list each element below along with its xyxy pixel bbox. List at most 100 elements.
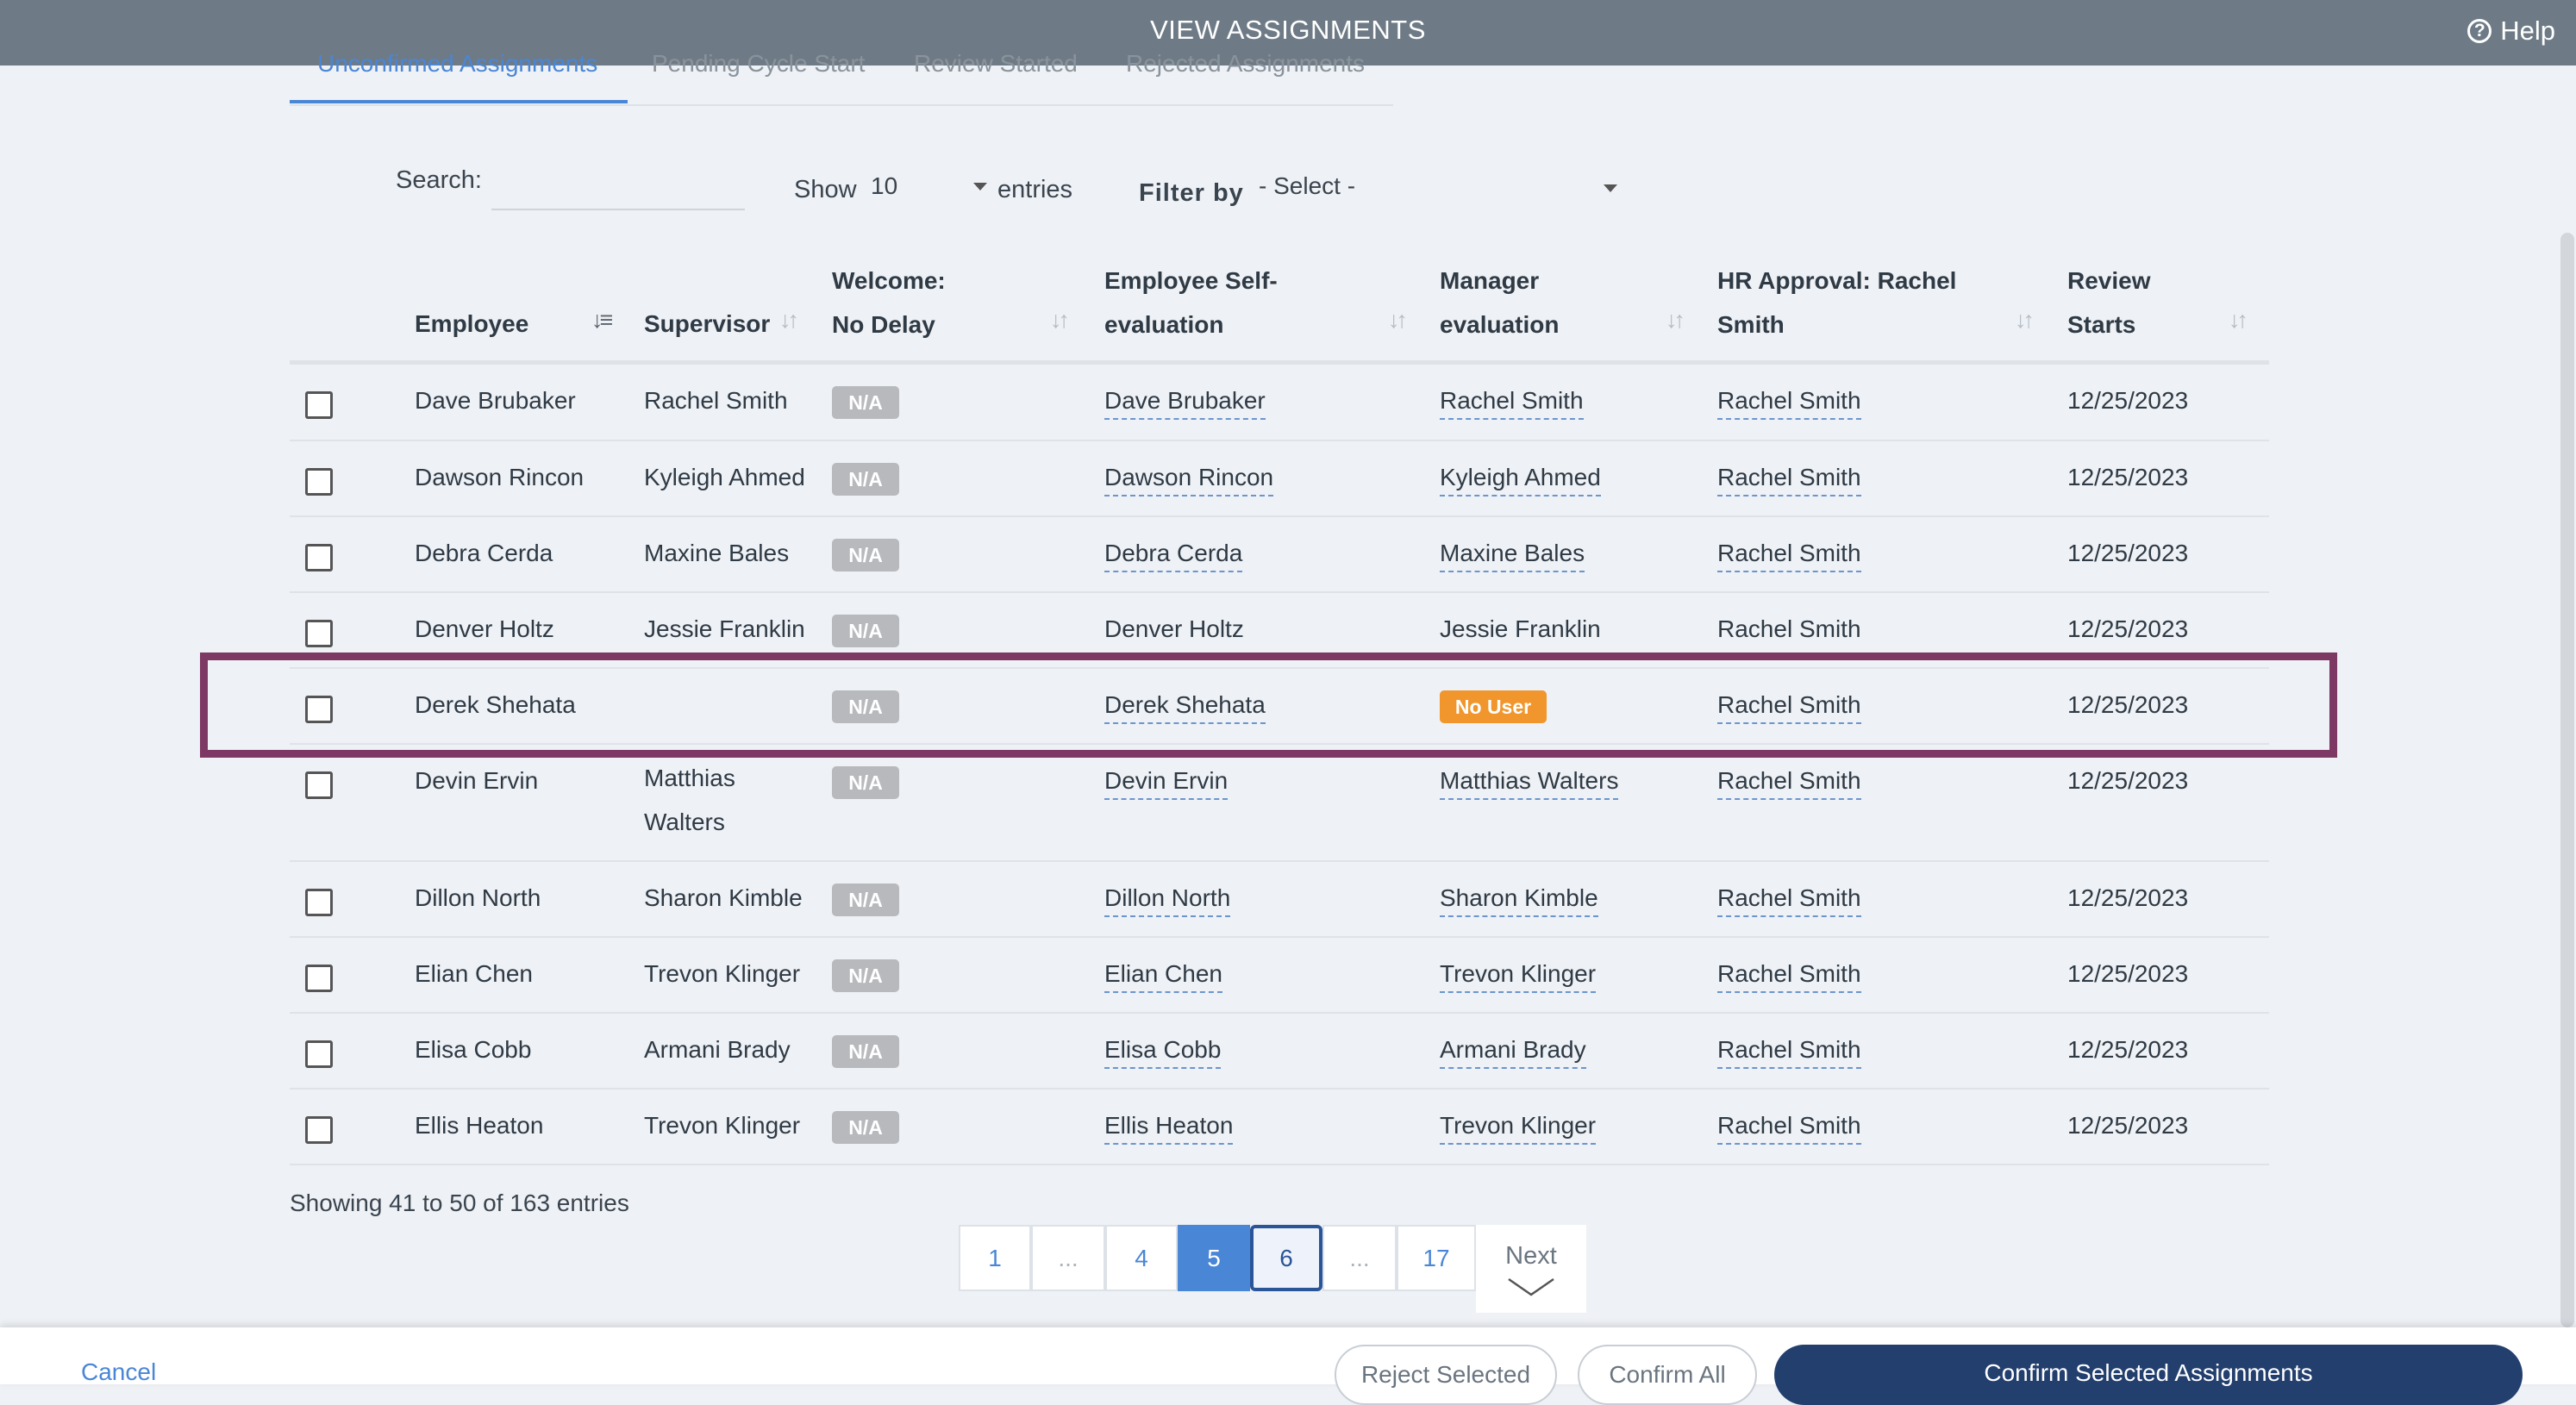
page-ellipsis: ... — [1031, 1225, 1105, 1291]
hr-approval-user[interactable]: Rachel Smith — [1717, 1036, 1861, 1069]
manager-eval-user[interactable]: Rachel Smith — [1440, 387, 1584, 420]
question-circle-icon: ? — [2467, 19, 2492, 43]
na-badge: N/A — [832, 1035, 899, 1068]
supervisor-name: Maxine Bales — [644, 540, 790, 566]
sort-arrows-icon[interactable]: ↓↑ — [2015, 307, 2035, 334]
review-start-date: 12/25/2023 — [2067, 464, 2189, 490]
tab-unconfirmed-assignments[interactable]: Unconfirmed Assignments — [317, 50, 597, 78]
hr-approval-user[interactable]: Rachel Smith — [1717, 387, 1861, 420]
row-checkbox[interactable] — [305, 771, 333, 799]
sort-arrows-icon[interactable]: ↓↑ — [779, 307, 799, 334]
row-checkbox[interactable] — [305, 965, 333, 992]
table-row: Ellis Heaton Trevon Klinger N/A Ellis He… — [290, 1090, 2269, 1165]
table-row: Dave Brubaker Rachel Smith N/A Dave Brub… — [290, 365, 2269, 441]
hr-approval-user[interactable]: Rachel Smith — [1717, 960, 1861, 993]
row-checkbox[interactable] — [305, 1116, 333, 1144]
manager-eval-user[interactable]: Armani Brady — [1440, 1036, 1586, 1069]
confirm-all-button[interactable]: Confirm All — [1578, 1345, 1757, 1405]
show-label: Show — [794, 176, 857, 203]
self-eval-user[interactable]: Dillon North — [1104, 884, 1231, 917]
self-eval-user[interactable]: Dawson Rincon — [1104, 464, 1274, 496]
self-eval-user[interactable]: Elian Chen — [1104, 960, 1222, 993]
self-eval-user[interactable]: Devin Ervin — [1104, 767, 1229, 800]
column-header-self-evaluation[interactable]: Employee Self-evaluation — [1104, 259, 1294, 347]
na-badge: N/A — [832, 539, 899, 571]
tab-review-started[interactable]: Review Started — [914, 50, 1078, 78]
cancel-link[interactable]: Cancel — [81, 1358, 156, 1386]
row-checkbox[interactable] — [305, 1040, 333, 1068]
help-button[interactable]: ? Help — [2467, 14, 2555, 48]
manager-eval-user[interactable]: Kyleigh Ahmed — [1440, 464, 1601, 496]
manager-eval-user[interactable]: Jessie Franklin — [1440, 615, 1601, 643]
confirm-selected-button[interactable]: Confirm Selected Assignments — [1774, 1345, 2523, 1405]
column-header-manager-evaluation[interactable]: Manager evaluation — [1440, 259, 1569, 347]
sort-arrows-icon[interactable]: ↓↑ — [1050, 307, 1070, 334]
column-header-employee[interactable]: Employee — [415, 302, 528, 346]
sort-arrows-icon[interactable]: ↓↑ — [2229, 307, 2248, 334]
page-button[interactable]: 4 — [1105, 1225, 1178, 1291]
review-start-date: 12/25/2023 — [2067, 884, 2189, 911]
supervisor-name: Trevon Klinger — [644, 1112, 801, 1139]
column-header-hr-approval[interactable]: HR Approval: Rachel Smith — [1717, 259, 1967, 347]
manager-eval-user[interactable]: Matthias Walters — [1440, 767, 1619, 800]
filter-select[interactable]: - Select - — [1259, 172, 1623, 209]
row-checkbox[interactable] — [305, 391, 333, 419]
tab-pending-cycle-start[interactable]: Pending Cycle Start — [652, 50, 865, 78]
self-eval-user[interactable]: Elisa Cobb — [1104, 1036, 1222, 1069]
sort-arrows-icon[interactable]: ↓↑ — [1666, 307, 1685, 334]
na-badge: N/A — [832, 615, 899, 647]
reject-selected-button[interactable]: Reject Selected — [1335, 1345, 1557, 1405]
page-button[interactable]: 17 — [1397, 1225, 1476, 1291]
hr-approval-user[interactable]: Rachel Smith — [1717, 1112, 1861, 1145]
search-input[interactable] — [491, 165, 745, 210]
sort-arrows-icon[interactable]: ↓≡ — [591, 307, 613, 334]
self-eval-user[interactable]: Ellis Heaton — [1104, 1112, 1234, 1145]
filter-select-value: - Select - — [1259, 172, 1356, 199]
caret-down-icon — [973, 183, 987, 190]
supervisor-name: Matthias Walters — [644, 765, 735, 835]
entries-select[interactable]: 10 — [871, 172, 987, 209]
employee-name: Dillon North — [415, 884, 541, 911]
review-start-date: 12/25/2023 — [2067, 767, 2189, 794]
page-button-current[interactable]: 5 — [1178, 1225, 1250, 1291]
hr-approval-user[interactable]: Rachel Smith — [1717, 540, 1861, 572]
column-header-welcome[interactable]: Welcome: No Delay — [832, 259, 979, 347]
row-checkbox[interactable] — [305, 468, 333, 496]
row-checkbox[interactable] — [305, 544, 333, 571]
sort-arrows-icon[interactable]: ↓↑ — [1388, 307, 1408, 334]
employee-name: Elian Chen — [415, 960, 533, 987]
row-checkbox[interactable] — [305, 620, 333, 647]
caret-down-icon — [1604, 184, 1617, 192]
row-checkbox[interactable] — [305, 889, 333, 916]
self-eval-user[interactable]: Dave Brubaker — [1104, 387, 1266, 420]
manager-eval-user[interactable]: Trevon Klinger — [1440, 1112, 1597, 1145]
table-row: Elian Chen Trevon Klinger N/A Elian Chen… — [290, 938, 2269, 1014]
hr-approval-user[interactable]: Rachel Smith — [1717, 884, 1861, 917]
next-label: Next — [1505, 1242, 1557, 1270]
entries-label: entries — [997, 176, 1073, 203]
hr-approval-user[interactable]: Rachel Smith — [1717, 615, 1861, 643]
table-row: Devin Ervin Matthias Walters N/A Devin E… — [290, 745, 2269, 862]
employee-name: Dawson Rincon — [415, 464, 585, 490]
self-eval-user[interactable]: Denver Holtz — [1104, 615, 1244, 643]
hr-approval-user[interactable]: Rachel Smith — [1717, 767, 1861, 800]
employee-name: Ellis Heaton — [415, 1112, 544, 1139]
review-start-date: 12/25/2023 — [2067, 387, 2189, 414]
manager-eval-user[interactable]: Maxine Bales — [1440, 540, 1585, 572]
column-header-review-starts[interactable]: Review Starts — [2067, 259, 2162, 347]
supervisor-name: Jessie Franklin — [644, 615, 805, 642]
manager-eval-user[interactable]: Trevon Klinger — [1440, 960, 1597, 993]
page-button[interactable]: 1 — [959, 1225, 1031, 1291]
na-badge: N/A — [832, 386, 899, 419]
scrollbar-thumb[interactable] — [2560, 233, 2574, 1327]
self-eval-user[interactable]: Debra Cerda — [1104, 540, 1243, 572]
tab-rejected-assignments[interactable]: Rejected Assignments — [1126, 50, 1365, 78]
column-header-supervisor[interactable]: Supervisor — [644, 302, 770, 346]
table-row: Dawson Rincon Kyleigh Ahmed N/A Dawson R… — [290, 441, 2269, 517]
manager-eval-user[interactable]: Sharon Kimble — [1440, 884, 1598, 917]
page-button-focused[interactable]: 6 — [1250, 1225, 1322, 1291]
next-page-button[interactable]: Next — [1476, 1225, 1586, 1313]
employee-name: Devin Ervin — [415, 767, 539, 794]
review-start-date: 12/25/2023 — [2067, 960, 2189, 987]
hr-approval-user[interactable]: Rachel Smith — [1717, 464, 1861, 496]
